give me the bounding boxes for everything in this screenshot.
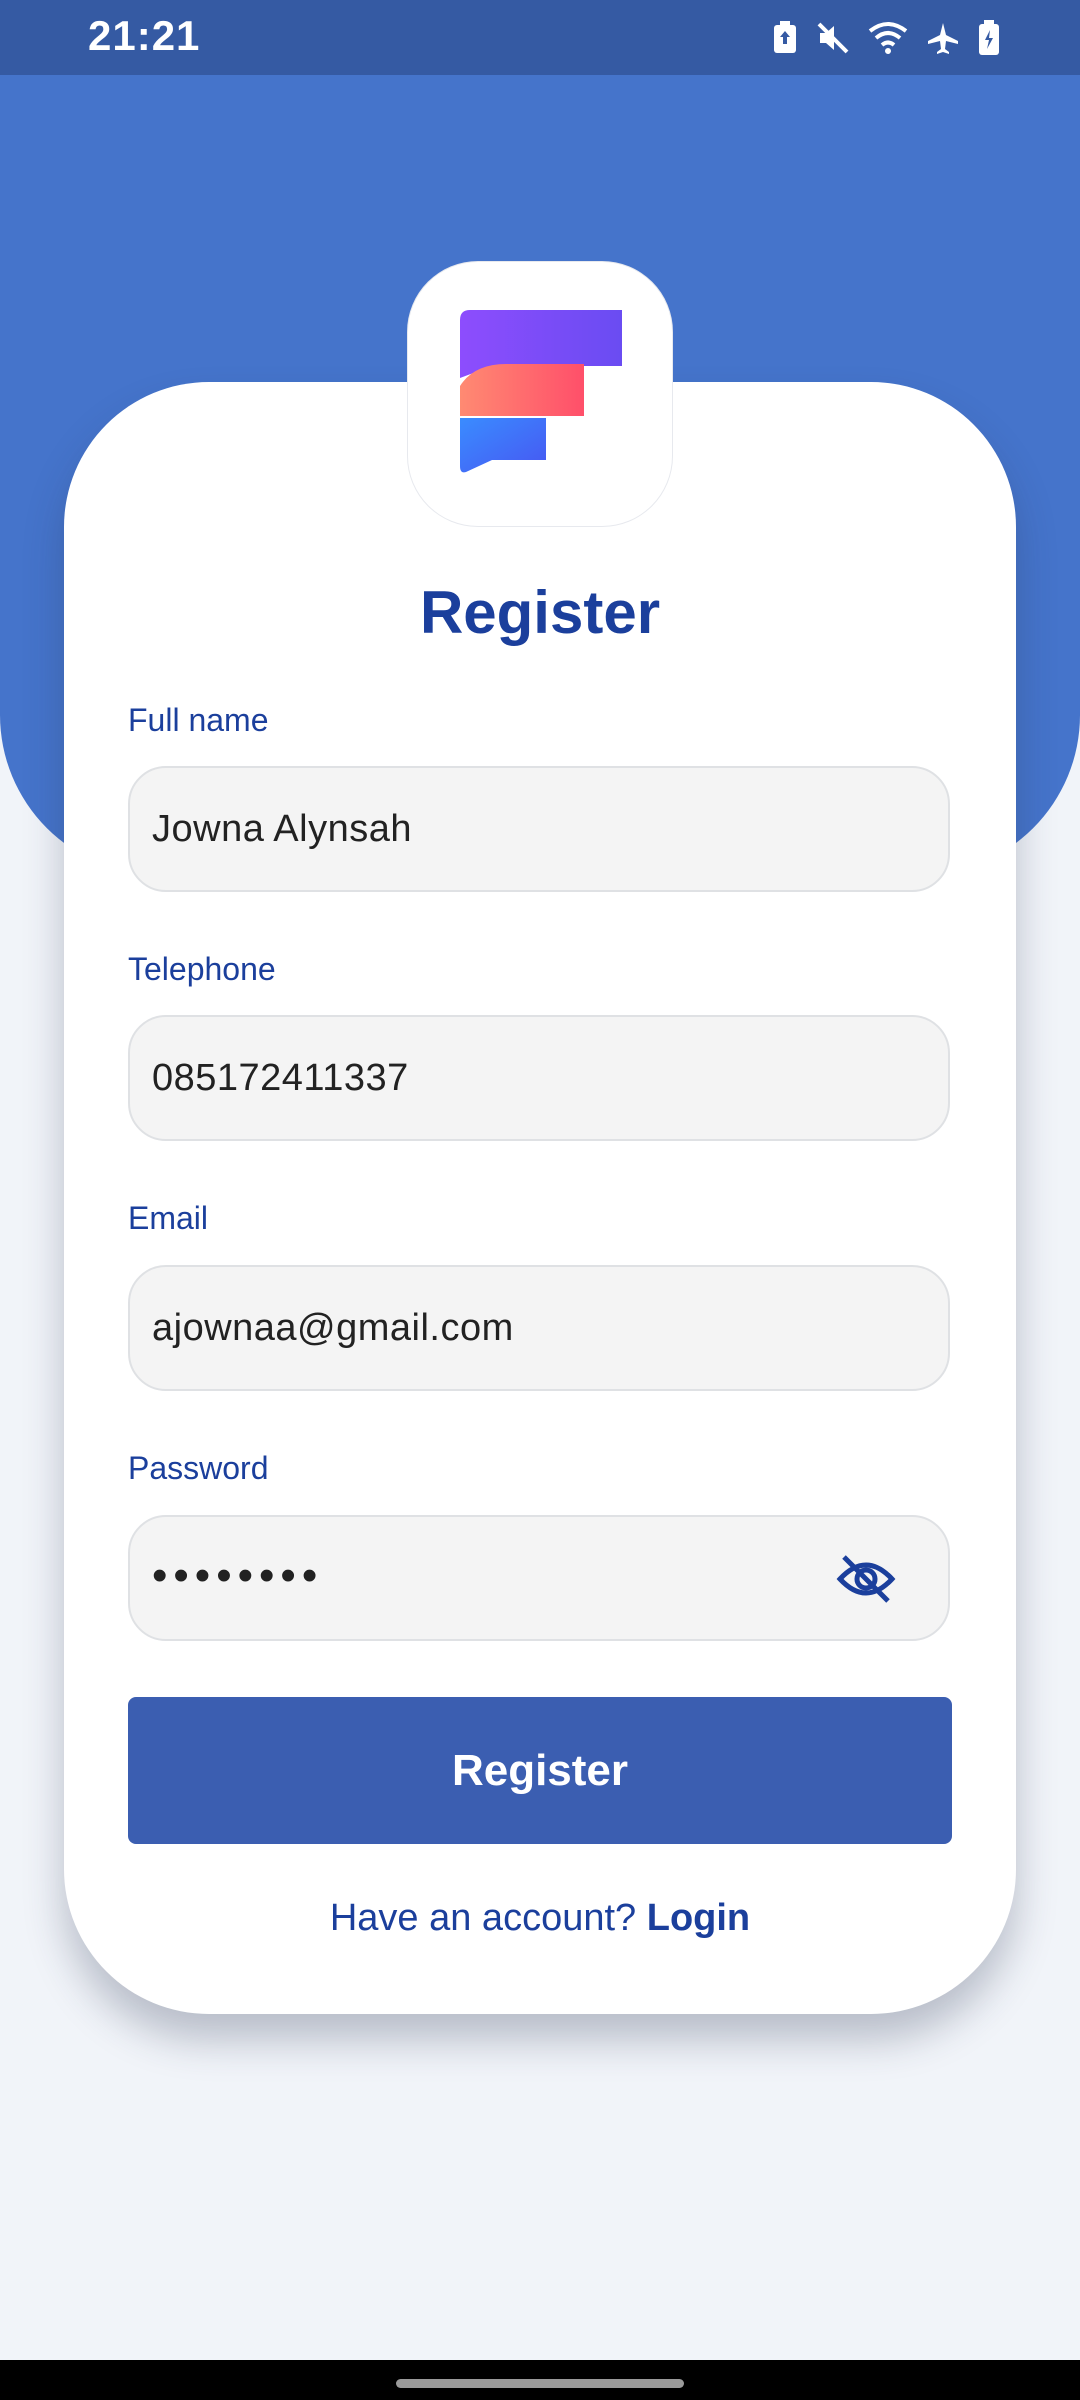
navigation-bar [0, 2360, 1080, 2400]
telephone-label: Telephone [128, 951, 276, 987]
app-logo [408, 262, 672, 526]
status-time: 21:21 [88, 12, 201, 59]
telephone-field[interactable]: 085172411337 [128, 1015, 950, 1141]
full-name-label: Full name [128, 702, 269, 738]
account-prompt-text: Have an account? [329, 1897, 637, 1939]
home-gesture-handle[interactable] [396, 2379, 684, 2388]
full-name-field[interactable]: Jowna Alynsah [128, 766, 950, 892]
register-button[interactable]: Register [128, 1697, 952, 1844]
password-label: Password [128, 1450, 269, 1486]
eye-off-icon[interactable] [836, 1553, 896, 1605]
full-name-value: Jowna Alynsah [152, 808, 412, 850]
telephone-value: 085172411337 [152, 1057, 409, 1099]
battery-charging-icon [979, 20, 999, 55]
mute-icon [817, 22, 849, 54]
airplane-icon [928, 23, 958, 54]
wifi-icon [868, 22, 908, 54]
password-field[interactable]: •••••••• [128, 1515, 950, 1641]
email-label: Email [128, 1200, 209, 1236]
login-prompt: Have an account? Login [0, 1897, 1080, 1940]
page-title: Register [419, 579, 661, 646]
status-icons [772, 18, 1000, 58]
battery-saver-icon [774, 21, 796, 53]
login-link[interactable]: Login [647, 1897, 750, 1939]
email-value: ajownaa@gmail.com [152, 1307, 514, 1349]
password-value: •••••••• [152, 1551, 324, 1600]
status-bar: 21:21 [0, 0, 1080, 75]
email-field[interactable]: ajownaa@gmail.com [128, 1265, 950, 1391]
